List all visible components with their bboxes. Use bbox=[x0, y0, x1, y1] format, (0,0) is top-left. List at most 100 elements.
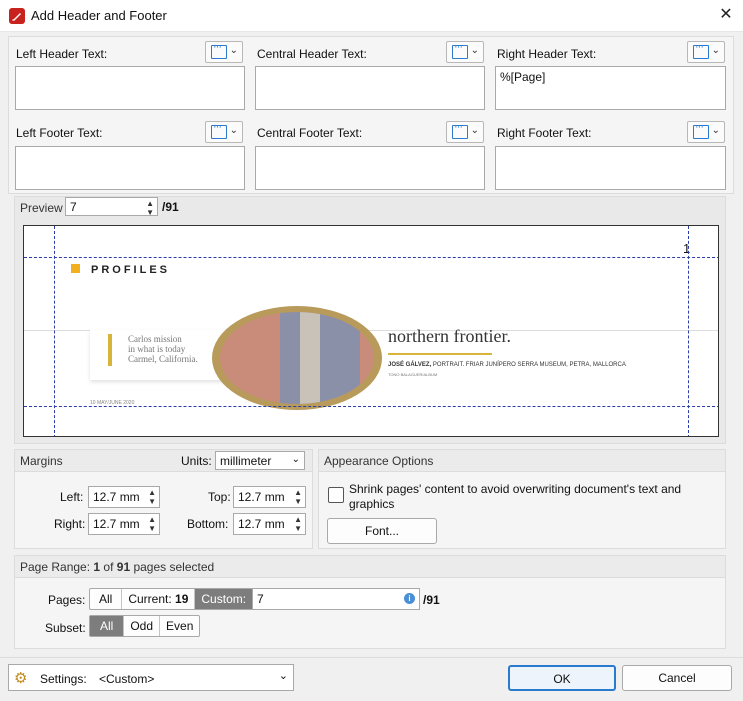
central-footer-input[interactable] bbox=[255, 146, 485, 190]
preview-label: Preview bbox=[20, 201, 63, 215]
font-button[interactable]: Font... bbox=[327, 518, 437, 544]
macro-icon bbox=[211, 121, 227, 139]
page-range-of: of bbox=[100, 560, 117, 574]
profile-square-icon bbox=[71, 264, 80, 273]
chevron-down-icon: ⌄ bbox=[711, 45, 720, 56]
settings-value: <Custom> bbox=[99, 672, 155, 686]
left-margin-stepper[interactable]: 12.7 mm ▲ ▼ bbox=[88, 486, 160, 508]
headline-rule bbox=[388, 353, 492, 355]
appearance-header: Appearance Options bbox=[319, 450, 725, 472]
subset-all-option[interactable]: All bbox=[90, 616, 125, 636]
units-select[interactable]: millimeter ⌄ bbox=[215, 451, 305, 470]
right-footer-input[interactable] bbox=[495, 146, 726, 190]
portrait-garment bbox=[280, 312, 360, 404]
stepper-arrows-icon[interactable]: ▲ ▼ bbox=[148, 515, 156, 533]
left-header-insert-macro-button[interactable]: ⌄ bbox=[205, 41, 243, 63]
quote-bar bbox=[108, 334, 112, 366]
page-range-suffix: pages selected bbox=[130, 560, 215, 574]
top-margin-stepper[interactable]: 12.7 mm ▲ ▼ bbox=[233, 486, 306, 508]
central-header-input[interactable] bbox=[255, 66, 485, 110]
right-header-label: Right Header Text: bbox=[497, 47, 597, 61]
caption-rest: PORTRAIT. FRIAR JUNÍPERO SERRA MUSEUM, P… bbox=[431, 362, 626, 368]
caption-bold: JOSÉ GÁLVEZ, bbox=[388, 362, 432, 368]
macro-icon bbox=[452, 121, 468, 139]
stepper-arrows-icon[interactable]: ▲ ▼ bbox=[146, 199, 154, 217]
page-number-preview: 1 bbox=[683, 241, 691, 256]
preview-page-value: 7 bbox=[70, 200, 77, 214]
right-header-input[interactable]: %[Page] bbox=[495, 66, 726, 110]
preview-total: /91 bbox=[162, 200, 179, 214]
shrink-checkbox[interactable] bbox=[328, 487, 344, 503]
page-range-prefix: Page Range: bbox=[20, 560, 94, 574]
units-value: millimeter bbox=[220, 454, 272, 468]
right-margin-label: Right: bbox=[54, 517, 86, 531]
bottom-margin-stepper[interactable]: 12.7 mm ▲ ▼ bbox=[233, 513, 306, 535]
current-label: Current: bbox=[128, 592, 176, 606]
left-footer-input[interactable] bbox=[15, 146, 245, 190]
stepper-arrows-icon[interactable]: ▲ ▼ bbox=[294, 515, 302, 533]
right-footer-label: Right Footer Text: bbox=[497, 126, 592, 140]
right-header-insert-macro-button[interactable]: ⌄ bbox=[687, 41, 725, 63]
preview-page-stepper[interactable]: 7 ▲ ▼ bbox=[65, 197, 158, 217]
right-footer-insert-macro-button[interactable]: ⌄ bbox=[687, 121, 725, 143]
ok-button[interactable]: OK bbox=[508, 665, 616, 691]
subset-even-option[interactable]: Even bbox=[160, 616, 199, 636]
top-margin-label: Top: bbox=[208, 490, 231, 504]
central-footer-insert-macro-button[interactable]: ⌄ bbox=[446, 121, 484, 143]
left-header-label: Left Header Text: bbox=[16, 47, 108, 61]
right-margin-stepper[interactable]: 12.7 mm ▲ ▼ bbox=[88, 513, 160, 535]
custom-pages-value: 7 bbox=[257, 592, 264, 606]
subset-label: Subset: bbox=[45, 621, 86, 635]
info-icon[interactable]: i bbox=[404, 593, 415, 604]
macro-icon bbox=[452, 41, 468, 59]
left-header-input[interactable] bbox=[15, 66, 245, 110]
portrait-stripe bbox=[300, 312, 320, 404]
chevron-down-icon: ⌄ bbox=[470, 125, 479, 136]
settings-label: Settings: bbox=[40, 672, 87, 686]
appearance-title: Appearance Options bbox=[324, 454, 434, 468]
caption: JOSÉ GÁLVEZ, PORTRAIT. FRIAR JUNÍPERO SE… bbox=[388, 362, 626, 368]
quote-box: Carlos mission in what is today Carmel, … bbox=[90, 330, 230, 380]
pages-custom-option[interactable]: Custom: bbox=[195, 589, 253, 609]
headline: northern frontier. bbox=[388, 326, 511, 346]
chevron-down-icon: ⌄ bbox=[470, 45, 479, 56]
pages-segmented-control: All Current: 19 Custom: bbox=[89, 588, 254, 610]
settings-dropdown[interactable]: ⚙ Settings: <Custom> ⌄ bbox=[8, 664, 294, 691]
units-label: Units: bbox=[181, 454, 212, 468]
portrait-frame bbox=[212, 306, 382, 410]
chevron-down-icon: ⌄ bbox=[711, 125, 720, 136]
page-range-total: 91 bbox=[116, 560, 131, 574]
pages-all-option[interactable]: All bbox=[90, 589, 123, 609]
pages-label: Pages: bbox=[48, 593, 86, 607]
chevron-down-icon: ⌄ bbox=[278, 670, 288, 682]
custom-pages-input[interactable]: 7 i bbox=[252, 588, 420, 610]
right-margin-guide bbox=[688, 226, 689, 436]
preview-page: PROFILES 1 Carlos mission in what is tod… bbox=[23, 225, 719, 437]
cancel-button[interactable]: Cancel bbox=[622, 665, 732, 691]
bottom-margin-guide bbox=[24, 406, 718, 407]
page-range-header: Page Range: 1 of 91 pages selected bbox=[15, 556, 725, 578]
app-logo-icon bbox=[9, 8, 25, 24]
chevron-down-icon: ⌄ bbox=[229, 125, 238, 136]
stepper-arrows-icon[interactable]: ▲ ▼ bbox=[148, 488, 156, 506]
left-footer-label: Left Footer Text: bbox=[16, 126, 103, 140]
stepper-arrows-icon[interactable]: ▲ ▼ bbox=[294, 488, 302, 506]
shrink-label: Shrink pages' content to avoid overwriti… bbox=[349, 482, 682, 511]
subset-odd-option[interactable]: Odd bbox=[124, 616, 161, 636]
section-title: PROFILES bbox=[91, 264, 171, 276]
bottom-margin-value: 12.7 mm bbox=[238, 517, 285, 531]
left-footer-insert-macro-button[interactable]: ⌄ bbox=[205, 121, 243, 143]
chevron-down-icon: ⌄ bbox=[291, 454, 300, 465]
bottom-margin-label: Bottom: bbox=[187, 517, 229, 531]
macro-icon bbox=[211, 41, 227, 59]
top-margin-value: 12.7 mm bbox=[238, 490, 285, 504]
bottom-divider bbox=[0, 657, 743, 658]
caption-credit: TONO BALAGUER/ALBUM bbox=[388, 372, 438, 377]
macro-icon bbox=[693, 41, 709, 59]
left-margin-label: Left: bbox=[60, 490, 84, 504]
central-header-insert-macro-button[interactable]: ⌄ bbox=[446, 41, 484, 63]
right-margin-value: 12.7 mm bbox=[93, 517, 140, 531]
close-button[interactable]: ✕ bbox=[712, 4, 740, 28]
chevron-down-icon: ⌄ bbox=[229, 45, 238, 56]
pages-current-option[interactable]: Current: 19 bbox=[122, 589, 196, 609]
